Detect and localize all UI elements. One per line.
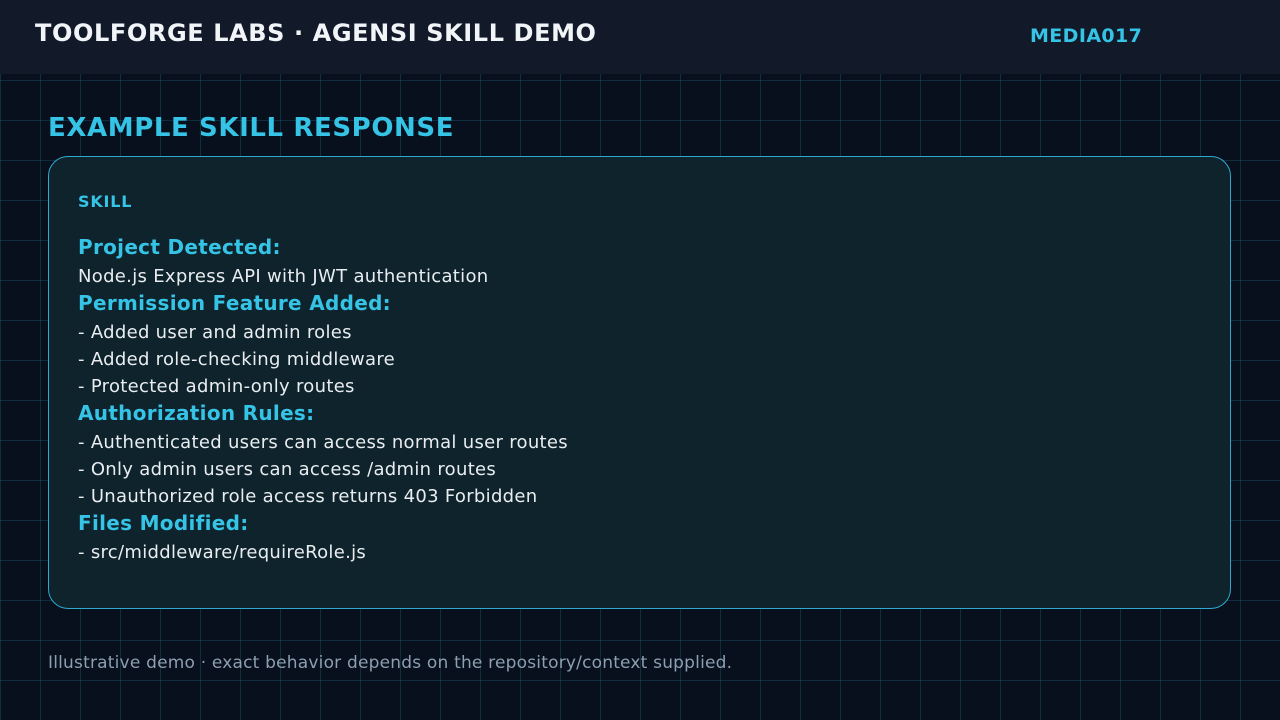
response-group-project-detected: Project Detected: Node.js Express API wit…	[78, 233, 1178, 289]
group-heading: Project Detected:	[78, 235, 281, 259]
skill-response-card: SKILL Project Detected: Node.js Express A…	[48, 156, 1231, 609]
group-lines: Node.js Express API with JWT authenticat…	[78, 263, 1178, 289]
skill-label: SKILL	[78, 192, 133, 211]
skill-response-body: Project Detected: Node.js Express API wit…	[78, 233, 1178, 565]
response-group-permission-feature-added: Permission Feature Added: - Added user an…	[78, 289, 1178, 399]
response-group-authorization-rules: Authorization Rules: - Authenticated user…	[78, 399, 1178, 509]
media-tag: MEDIA017	[1030, 25, 1143, 47]
footer-note: Illustrative demo · exact behavior depen…	[48, 653, 733, 673]
group-line: - Only admin users can access /admin rou…	[78, 459, 497, 480]
response-group-files-modified: Files Modified: - src/middleware/requireR…	[78, 509, 1178, 565]
group-line: - src/middleware/requireRole.js	[78, 542, 367, 563]
group-lines: - Added user and admin roles - Added role…	[78, 319, 1178, 399]
top-bar: TOOLFORGE LABS · AGENSI SKILL DEMO MEDIA…	[0, 0, 1280, 74]
brand-title: TOOLFORGE LABS · AGENSI SKILL DEMO	[35, 19, 597, 47]
group-line: Node.js Express API with JWT authenticat…	[78, 266, 489, 287]
section-title: EXAMPLE SKILL RESPONSE	[48, 113, 455, 143]
group-line: - Added role-checking middleware	[78, 349, 396, 370]
group-line: - Unauthorized role access returns 403 F…	[78, 486, 538, 507]
group-lines: - Authenticated users can access normal …	[78, 429, 1178, 509]
group-line: - Protected admin-only routes	[78, 376, 355, 397]
group-lines: - src/middleware/requireRole.js	[78, 539, 1178, 565]
group-heading: Permission Feature Added:	[78, 291, 391, 315]
group-line: - Added user and admin roles	[78, 322, 352, 343]
group-line: - Authenticated users can access normal …	[78, 432, 568, 453]
group-heading: Authorization Rules:	[78, 401, 315, 425]
group-heading: Files Modified:	[78, 511, 249, 535]
